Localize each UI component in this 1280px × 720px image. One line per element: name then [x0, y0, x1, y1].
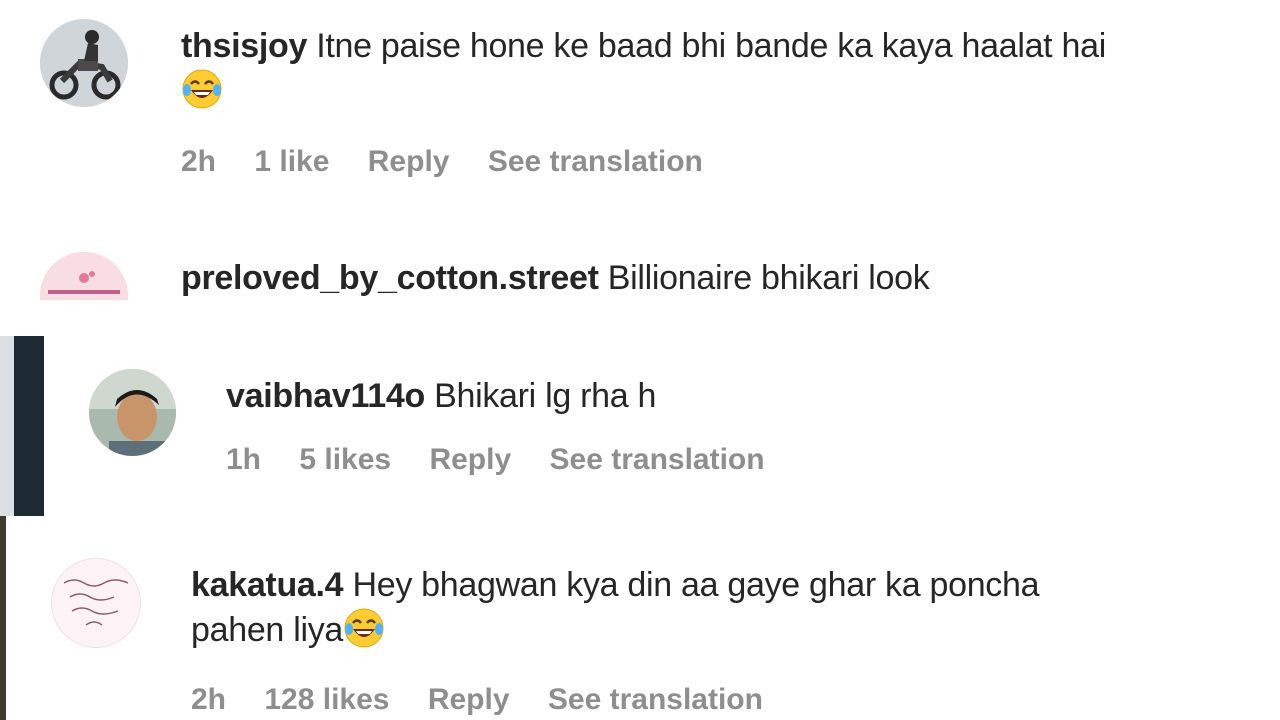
tears-of-joy-emoji-icon [344, 608, 384, 648]
comment-username[interactable]: thsisjoy [181, 27, 307, 65]
comment-body: Bhikari lg rha h [434, 377, 657, 415]
comment-body: Itne paise hone ke baad bhi bande ka kay… [316, 27, 1106, 65]
comment-text: kakatua.4 Hey bhagwan kya din aa gaye gh… [191, 563, 1261, 652]
comment-time: 1h [226, 443, 262, 476]
comment-time: 2h [181, 145, 217, 178]
comment-body: Hey bhagwan kya din aa gaye ghar ka ponc… [352, 566, 1040, 604]
comment-username[interactable]: kakatua.4 [191, 566, 344, 604]
see-translation-button[interactable]: See translation [548, 683, 763, 716]
comment-time: 2h [191, 683, 227, 716]
likes-count[interactable]: 1 like [254, 145, 329, 178]
avatar[interactable] [51, 558, 141, 648]
comment-meta: 2h 128 likes Reply See translation [191, 683, 793, 717]
avatar[interactable] [89, 369, 176, 456]
comment-username[interactable]: vaibhav114o [226, 377, 425, 415]
comment-meta: 2h 1 like Reply See translation [181, 145, 733, 179]
tears-of-joy-emoji-icon [182, 69, 222, 109]
cropped-image-strip [0, 336, 44, 516]
comment-meta: 1h 5 likes Reply See translation [226, 443, 795, 477]
see-translation-button[interactable]: See translation [550, 443, 765, 476]
reply-button[interactable]: Reply [429, 443, 511, 476]
comment-body-line2: pahen liya [191, 611, 344, 649]
comment-body: Billionaire bhikari look [607, 259, 930, 297]
comment-text: vaibhav114o Bhikari lg rha h [226, 374, 1246, 418]
comment-text: thsisjoy Itne paise hone ke baad bhi ban… [181, 24, 1261, 113]
reply-button[interactable]: Reply [368, 145, 450, 178]
comment-text: preloved_by_cotton.street Billionaire bh… [181, 256, 1261, 300]
avatar[interactable] [40, 19, 128, 107]
see-translation-button[interactable]: See translation [488, 145, 703, 178]
comment-username[interactable]: preloved_by_cotton.street [181, 259, 599, 297]
likes-count[interactable]: 128 likes [264, 683, 389, 716]
flower-logo-icon [40, 252, 128, 300]
cropped-image-strip-2 [0, 516, 6, 720]
likes-count[interactable]: 5 likes [299, 443, 391, 476]
reply-button[interactable]: Reply [428, 683, 510, 716]
handwritten-text-logo [52, 559, 140, 647]
avatar[interactable] [40, 252, 128, 300]
user-photo-icon [89, 369, 176, 456]
motorbike-rider-icon [40, 19, 128, 107]
